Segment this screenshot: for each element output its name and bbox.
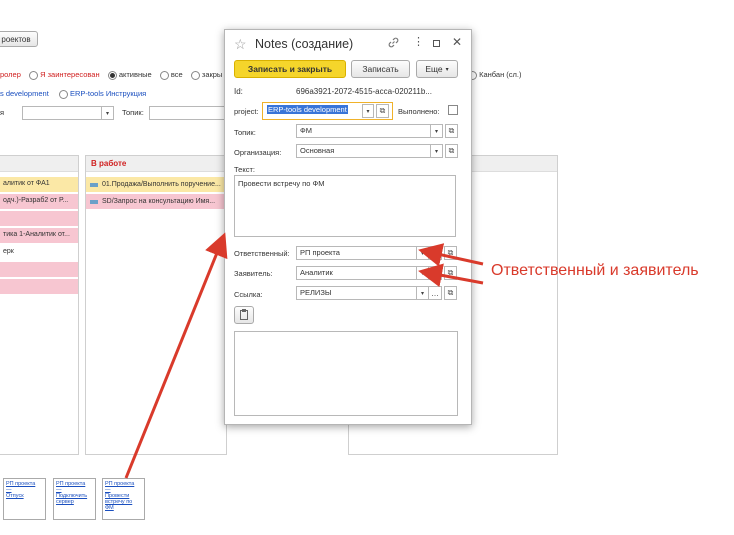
annotation-text: Ответственный и заявитель xyxy=(491,262,699,279)
filter-option-active[interactable]: активные xyxy=(119,70,152,79)
favorite-star-icon[interactable]: ☆ xyxy=(234,36,247,53)
topic-label: Топик: xyxy=(234,128,256,137)
thumb-card[interactable]: РП проекта — Провести встречу по ФМ xyxy=(102,478,145,520)
links-row: s development ERP-tools Инструкция xyxy=(0,89,146,99)
progress-card[interactable]: 01.Продажа/Выполнить поручение... xyxy=(86,177,226,192)
chevron-down-icon: ▾ xyxy=(445,66,449,73)
save-button[interactable]: Записать xyxy=(351,60,410,78)
resp-select-button[interactable]: … xyxy=(429,246,442,260)
left-card[interactable] xyxy=(0,211,78,226)
project-field[interactable]: ERP-tools development xyxy=(264,104,362,118)
org-label: Организация: xyxy=(234,148,282,157)
notes-dialog: ☆ Notes (создание) ⋮ ✕ Записать и закрыт… xyxy=(224,29,472,425)
resp-field[interactable]: РП проекта xyxy=(296,246,417,260)
kanban-column-left: алитик от ФА1 одч.)-Разраб2 от Р... тика… xyxy=(0,155,79,455)
text-label: Текст: xyxy=(234,165,255,174)
project-dropdown[interactable]: ▾ xyxy=(362,104,374,118)
link-open-icon[interactable]: ⧉ xyxy=(444,286,457,300)
link-label: Ссылка: xyxy=(234,290,263,299)
thumb-card[interactable]: РП проекта — Отпуск xyxy=(3,478,46,520)
filter-option-interested[interactable]: Я заинтересован xyxy=(40,70,100,79)
applicant-select-button[interactable]: … xyxy=(429,266,442,280)
link-icon[interactable] xyxy=(388,37,399,50)
close-icon[interactable]: ✕ xyxy=(452,35,462,49)
applicant-open-icon[interactable]: ⧉ xyxy=(444,266,457,280)
applicant-dropdown[interactable]: ▾ xyxy=(417,266,429,280)
link-radio[interactable] xyxy=(58,89,68,99)
bg-topic-label: Топик: xyxy=(122,108,144,117)
more-button[interactable]: Еще ▾ xyxy=(416,60,458,78)
bg-filter-field[interactable] xyxy=(22,106,102,120)
left-card[interactable]: одч.)-Разраб2 от Р... xyxy=(0,194,78,209)
attachments-area[interactable] xyxy=(234,331,458,416)
id-value: 696a3921-2072-4515-acca-020211b... xyxy=(296,87,432,96)
left-card[interactable] xyxy=(0,262,78,277)
partial-label: я xyxy=(0,108,5,117)
left-card[interactable]: ерк xyxy=(0,245,78,260)
left-card[interactable]: тика 1-Аналитик от... xyxy=(0,228,78,243)
thumb-card[interactable]: РП проекта — Подключить сервер xyxy=(53,478,96,520)
applicant-label: Заявитель: xyxy=(234,269,273,278)
resp-dropdown[interactable]: ▾ xyxy=(417,246,429,260)
save-close-button[interactable]: Записать и закрыть xyxy=(234,60,346,78)
resp-open-icon[interactable]: ⧉ xyxy=(444,246,457,260)
link-instruction[interactable]: ERP-tools Инструкция xyxy=(70,89,146,98)
filter-radio-all[interactable] xyxy=(159,70,169,80)
project-open-icon[interactable]: ⧉ xyxy=(376,104,389,118)
projects-button[interactable]: роектов xyxy=(0,31,38,47)
done-label: Выполнено: xyxy=(398,107,440,116)
task-icon xyxy=(90,182,98,187)
resp-label: Ответственный: xyxy=(234,249,290,258)
dialog-title: Notes (создание) xyxy=(255,37,354,51)
attach-button[interactable] xyxy=(234,306,254,324)
project-label: project: xyxy=(234,107,259,116)
topic-open-icon[interactable]: ⧉ xyxy=(445,124,458,138)
filter-option-1[interactable]: ролер xyxy=(0,70,21,79)
applicant-field[interactable]: Аналитик xyxy=(296,266,417,280)
bg-filter-dropdown[interactable]: ▾ xyxy=(102,106,114,120)
text-area[interactable]: Провести встречу по ФМ xyxy=(234,175,456,237)
progress-card[interactable]: SD/Запрос на консультацию Имя... xyxy=(86,194,226,209)
left-card[interactable] xyxy=(0,279,78,294)
filter-radio-closed[interactable] xyxy=(190,70,200,80)
maximize-icon[interactable] xyxy=(433,40,440,47)
left-card[interactable]: алитик от ФА1 xyxy=(0,177,78,192)
link-select-button[interactable]: … xyxy=(429,286,442,300)
link-development[interactable]: s development xyxy=(0,89,49,98)
kanban-column-in-progress: В работе 01.Продажа/Выполнить поручение.… xyxy=(85,155,227,455)
left-column-header xyxy=(0,156,78,172)
filter-option-all[interactable]: все xyxy=(171,70,183,79)
link-field[interactable]: РЕЛИЗЫ xyxy=(296,286,417,300)
topic-field[interactable]: ФМ xyxy=(296,124,431,138)
org-field[interactable]: Основная xyxy=(296,144,431,158)
link-dropdown[interactable]: ▾ xyxy=(417,286,429,300)
bg-topic-field[interactable] xyxy=(149,106,229,120)
done-checkbox[interactable] xyxy=(448,105,458,115)
filter-option-closed[interactable]: закры xyxy=(202,70,222,79)
more-vert-icon[interactable]: ⋮ xyxy=(413,37,424,48)
org-open-icon[interactable]: ⧉ xyxy=(445,144,458,158)
column-header-in-progress: В работе xyxy=(86,156,226,172)
kanban-option[interactable]: Канбан (сл.) xyxy=(468,70,522,80)
clipboard-icon xyxy=(240,309,248,320)
filter-radio-interested[interactable] xyxy=(29,70,38,80)
filter-radio-active[interactable] xyxy=(107,70,117,80)
task-icon xyxy=(90,199,98,204)
org-dropdown[interactable]: ▾ xyxy=(431,144,443,158)
topic-dropdown[interactable]: ▾ xyxy=(431,124,443,138)
id-label: Id: xyxy=(234,87,243,96)
